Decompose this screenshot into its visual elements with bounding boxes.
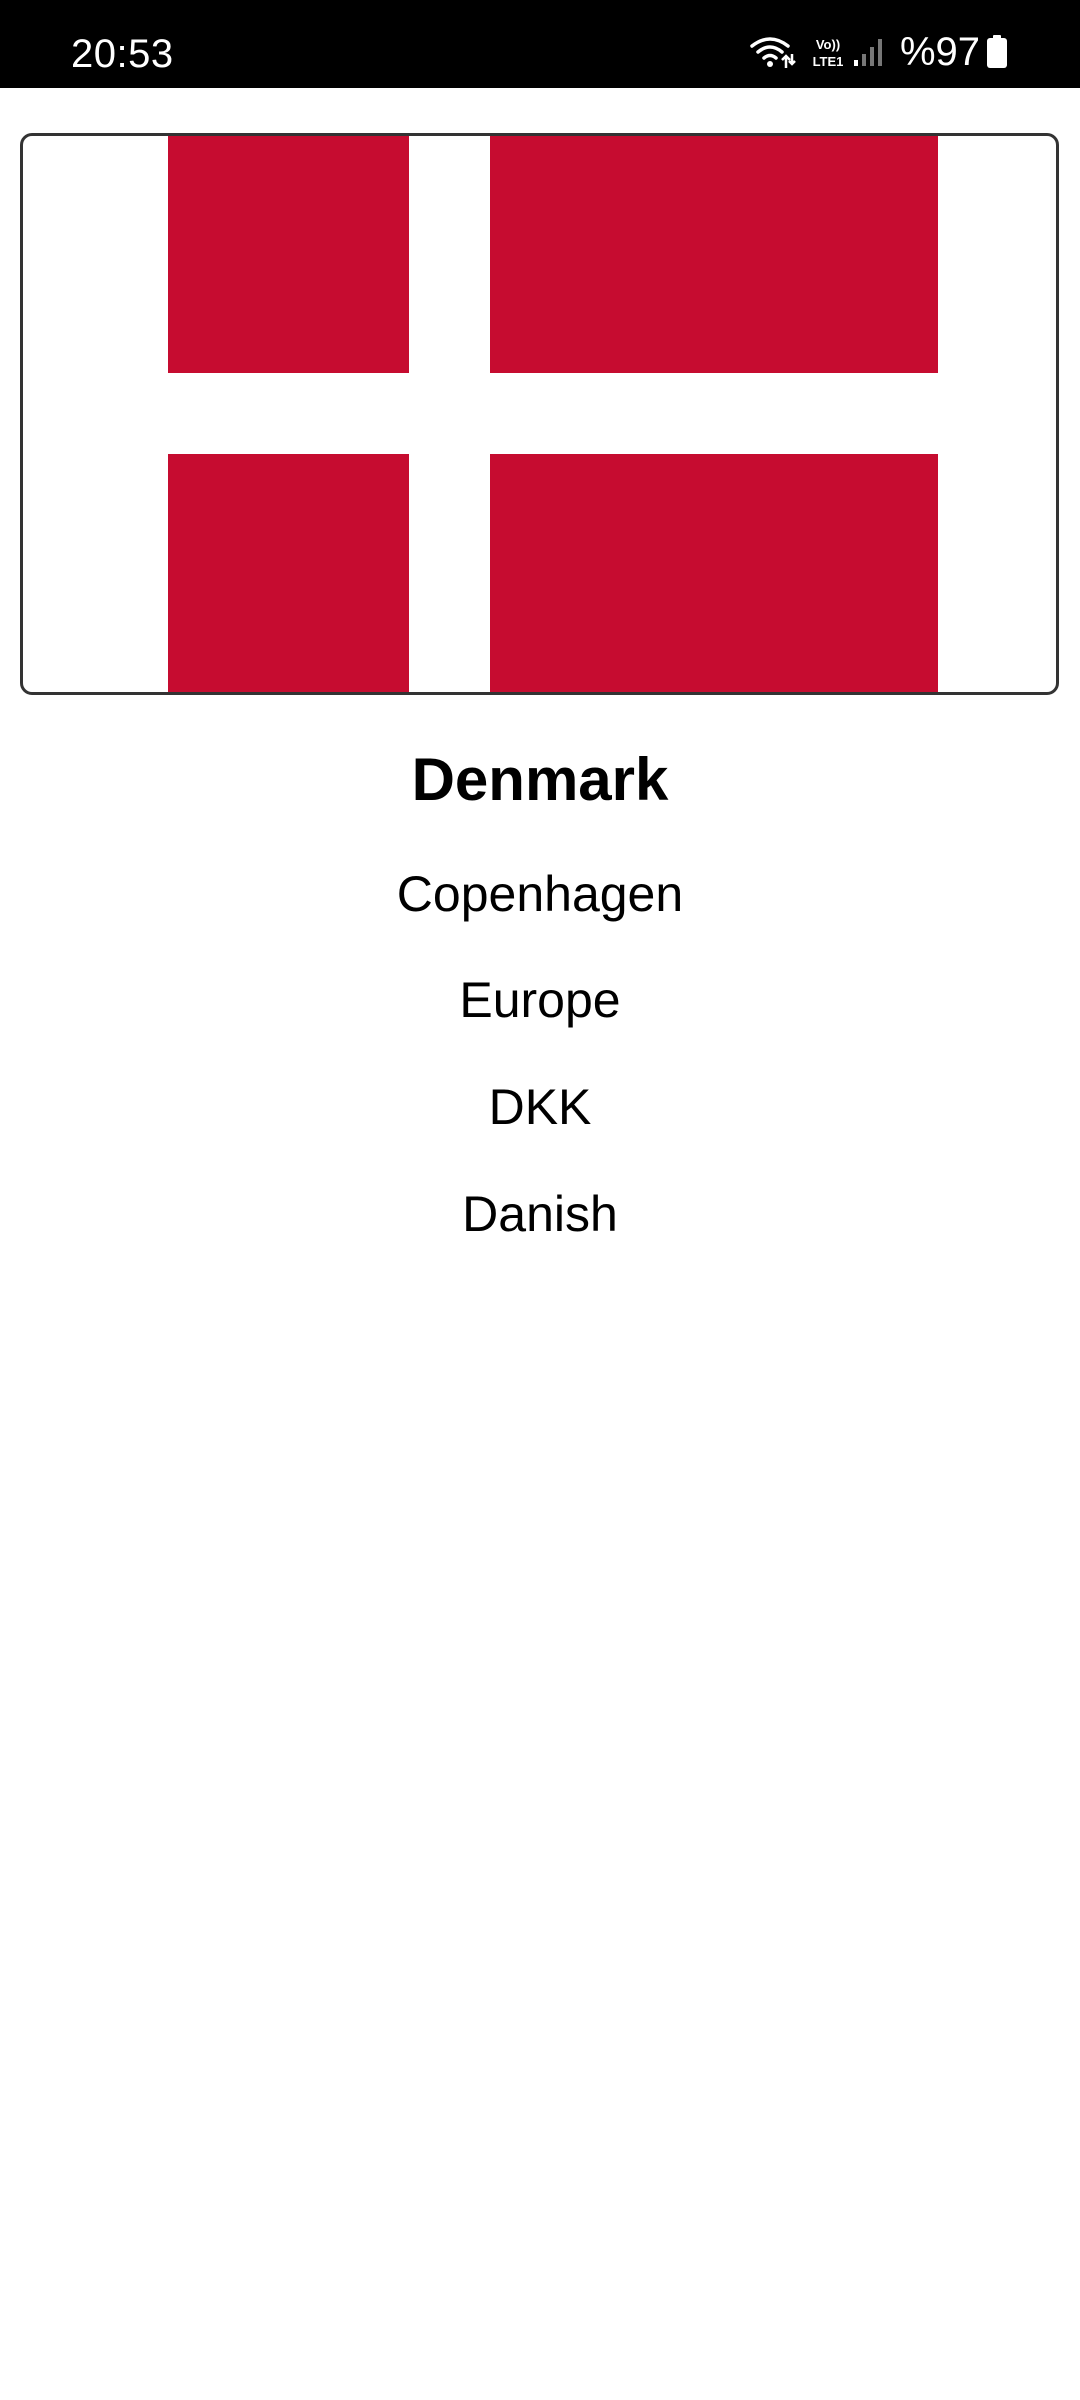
status-bar: 20:53 Vo)) LTE1 %97 [0,0,1080,88]
region-text: Europe [459,972,621,1028]
wifi-icon [750,37,796,68]
capital-text: Copenhagen [396,866,684,922]
battery-icon [987,35,1007,68]
signal-icon [853,39,882,66]
currency-text: DKK [488,1079,592,1135]
status-icons: Vo)) LTE1 %97 [750,30,1008,74]
status-time: 20:53 [71,32,174,76]
language-text: Danish [462,1186,618,1242]
battery-percentage: %97 [899,30,980,74]
denmark-flag [168,136,938,692]
flag-card [20,133,1059,695]
svg-text:Vo)): Vo)) [816,37,840,52]
volte-lte-icon: Vo)) LTE1 [813,37,844,69]
country-name: Denmark [411,746,669,813]
svg-text:LTE1: LTE1 [813,54,844,69]
